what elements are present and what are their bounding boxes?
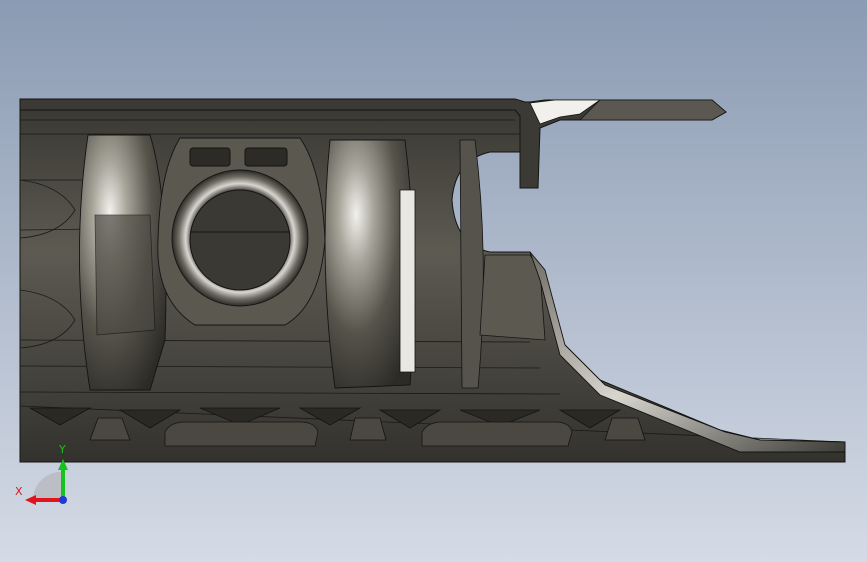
graphics-viewport[interactable]: Y X	[0, 0, 867, 562]
triad-y-label: Y	[59, 443, 66, 456]
triad-x-label: X	[15, 485, 23, 498]
slot-right	[244, 147, 288, 167]
part-model-view[interactable]	[0, 0, 867, 562]
hole-bore	[189, 189, 291, 291]
slot-left	[189, 147, 231, 167]
top-flange-face	[579, 99, 727, 121]
triad-z-axis	[59, 496, 67, 504]
left-pocket-inner	[94, 214, 156, 336]
right-pocket-rib	[399, 189, 416, 373]
